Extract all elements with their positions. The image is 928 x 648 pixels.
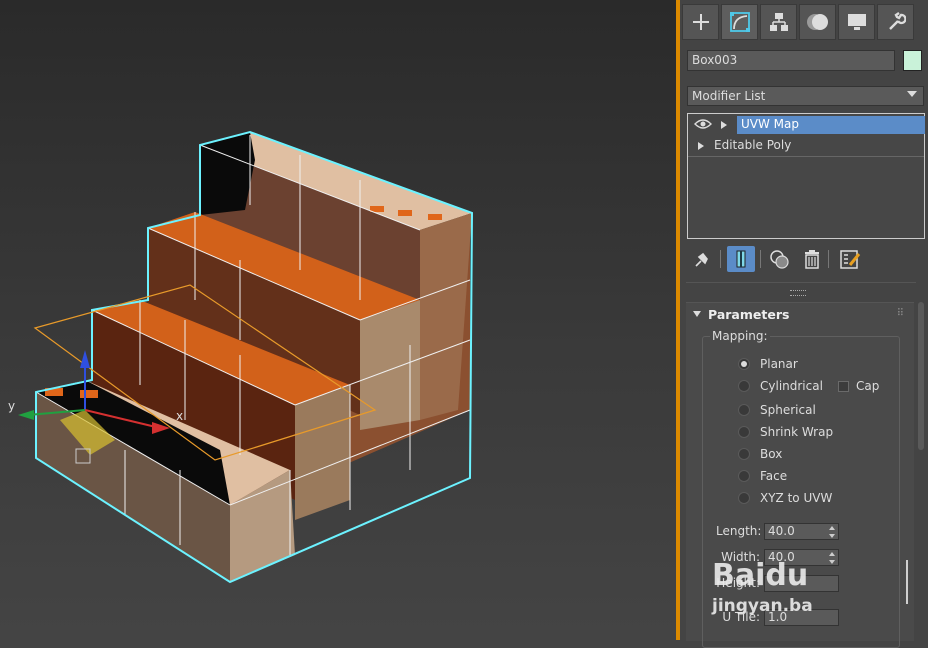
radio-face[interactable]: Face [738, 467, 787, 485]
radio-shrink-wrap[interactable]: Shrink Wrap [738, 423, 833, 441]
panel-divider [686, 282, 916, 283]
pin-stack-button[interactable] [688, 246, 716, 272]
remove-modifier-icon [805, 250, 819, 269]
radio-button[interactable] [738, 380, 750, 392]
radio-button[interactable] [738, 358, 750, 370]
spinner-arrows-icon[interactable] [829, 525, 835, 539]
stack-item-uvw-map[interactable]: UVW Map [688, 115, 925, 135]
chevron-down-icon [907, 91, 917, 97]
drag-handle-icon[interactable]: ⠿ [897, 308, 904, 319]
hierarchy-tab[interactable] [760, 4, 797, 40]
radio-label: Cylindrical [760, 379, 823, 393]
radio-spherical[interactable]: Spherical [738, 401, 816, 419]
configure-modifier-sets-button[interactable] [836, 246, 864, 272]
perspective-viewport[interactable]: y x [0, 0, 676, 640]
create-tab[interactable] [682, 4, 719, 40]
radio-button[interactable] [738, 426, 750, 438]
display-icon [847, 14, 866, 30]
radio-cylindrical[interactable]: Cylindrical [738, 377, 823, 395]
show-end-result-icon [736, 250, 746, 268]
radio-button[interactable] [738, 448, 750, 460]
watermark: Baidu jingyan.ba [712, 548, 838, 640]
watermark-sub: jingyan.ba [712, 596, 813, 616]
radio-button[interactable] [738, 492, 750, 504]
stack-item-label: UVW Map [737, 116, 925, 134]
parameters-rollout-header[interactable]: Parameters ⠿ [686, 303, 914, 325]
viewport-scene: y x [8, 130, 474, 584]
expand-arrow-icon[interactable] [698, 142, 704, 150]
axis-label-x: x [176, 409, 183, 423]
object-color-swatch[interactable] [903, 50, 922, 71]
make-unique-button[interactable] [766, 246, 794, 272]
command-panel: Box003 Modifier List UVW Map Editable Po… [680, 0, 928, 648]
motion-icon [806, 14, 828, 30]
watermark-logo: Baidu [712, 558, 809, 593]
collapse-arrow-icon [693, 311, 701, 317]
rollout-title: Parameters [708, 307, 790, 322]
length-label: Length: [716, 524, 762, 538]
length-value: 40.0 [768, 523, 795, 538]
modify-tab[interactable] [721, 4, 758, 40]
configure-modifier-sets-icon [840, 250, 861, 269]
radio-label: XYZ to UVW [760, 491, 833, 505]
radio-label: Shrink Wrap [760, 425, 834, 439]
stack-toolbar [686, 246, 922, 274]
step3-right [360, 300, 420, 430]
radio-label: Box [760, 447, 783, 461]
step2-right [295, 385, 350, 520]
cap-label: Cap [856, 379, 880, 393]
stack-item-label: Editable Poly [714, 138, 792, 152]
radio-planar[interactable]: Planar [738, 355, 798, 373]
mapping-group-label: Mapping: [710, 329, 770, 343]
radio-box[interactable]: Box [738, 445, 782, 463]
axis-label-y: y [8, 399, 15, 413]
toolbar-separator [720, 250, 721, 268]
display-tab[interactable] [838, 4, 875, 40]
panel-scrollbar[interactable] [918, 302, 924, 450]
cap-checkbox-row[interactable]: Cap [838, 379, 879, 393]
utilities-tab[interactable] [877, 4, 914, 40]
show-end-result-button[interactable] [727, 246, 755, 272]
radio-button[interactable] [738, 404, 750, 416]
utilities-icon [888, 12, 906, 30]
radio-xyz-to-uvw[interactable]: XYZ to UVW [738, 489, 832, 507]
remove-modifier-button[interactable] [798, 246, 826, 272]
toolbar-separator [828, 250, 829, 268]
expand-arrow-icon[interactable] [721, 121, 727, 129]
modifier-list-label: Modifier List [692, 89, 766, 103]
object-name-field[interactable]: Box003 [687, 50, 895, 71]
make-unique-icon [770, 250, 789, 269]
motion-tab[interactable] [799, 4, 836, 40]
length-spinner[interactable]: 40.0 [764, 522, 839, 540]
stack-item-editable-poly[interactable]: Editable Poly [688, 136, 924, 156]
length-spinner-row: Length: 40.0 [716, 521, 839, 541]
hierarchy-icon [769, 13, 788, 31]
radio-button[interactable] [738, 470, 750, 482]
modifier-list-dropdown[interactable]: Modifier List [687, 86, 924, 106]
watermark-bar [906, 560, 908, 604]
radio-label: Face [760, 469, 788, 483]
cap-checkbox[interactable] [838, 380, 849, 392]
eye-icon[interactable] [694, 118, 712, 130]
radio-label: Planar [760, 357, 798, 371]
pin-stack-icon [695, 252, 708, 267]
radio-label: Spherical [760, 403, 816, 417]
resize-grip[interactable] [790, 290, 806, 296]
stack-divider [688, 156, 924, 157]
toolbar-separator [760, 250, 761, 268]
modify-icon [729, 12, 750, 32]
create-icon [692, 14, 709, 30]
modifier-stack: UVW Map Editable Poly [687, 113, 925, 239]
